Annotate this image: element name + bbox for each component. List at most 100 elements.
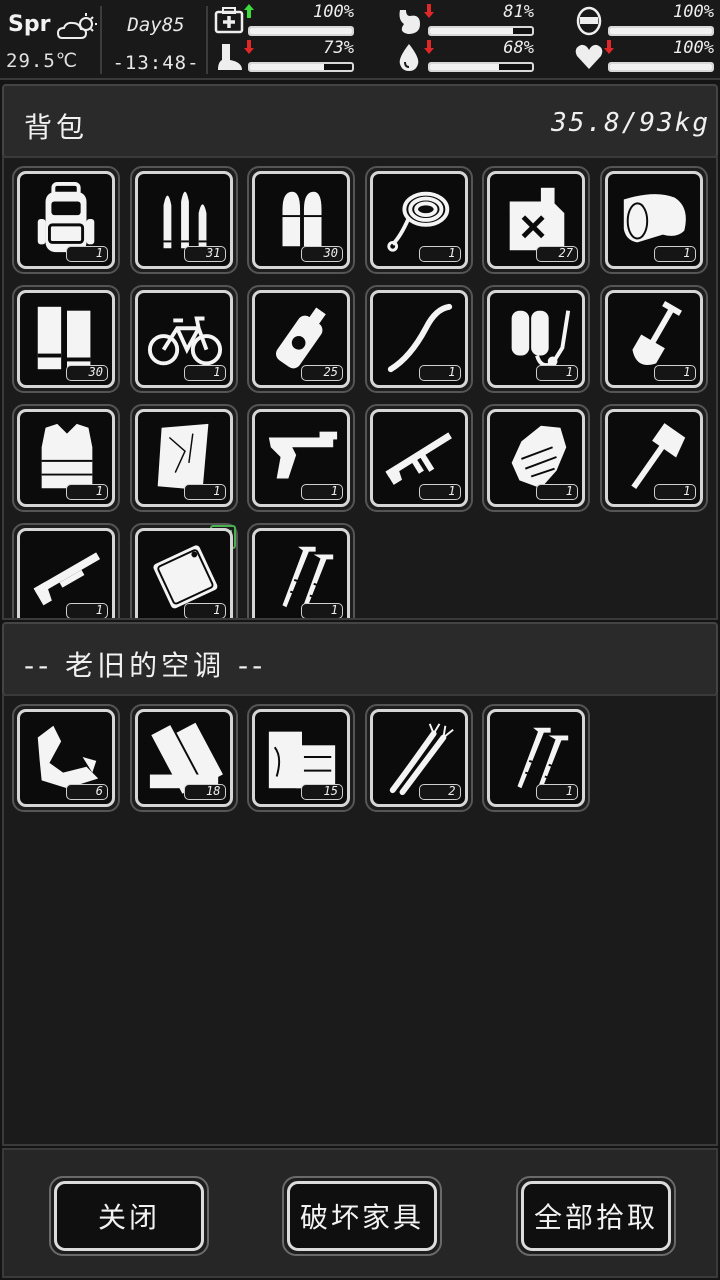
slot-frame: 25 bbox=[252, 290, 350, 388]
inventory-slot[interactable]: 1 bbox=[12, 166, 120, 274]
trend-up-icon bbox=[244, 4, 254, 18]
slot-frame: 1 bbox=[487, 409, 585, 507]
slot-frame: 1 bbox=[487, 709, 585, 807]
inventory-slot[interactable]: 1 bbox=[12, 404, 120, 512]
time-panel: Day85 -13:48- bbox=[106, 4, 206, 76]
inventory-slot[interactable]: 1 bbox=[129, 523, 238, 618]
inventory-slot[interactable]: 27 bbox=[482, 166, 590, 274]
temperature-label: 29.5℃ bbox=[6, 50, 79, 72]
backpack-grid[interactable]: 1 31 30 1 27 1 30 1 25 1 1 1 1 1 1 1 1 1 1 1 1 bbox=[2, 156, 718, 620]
inventory-slot[interactable]: 1 bbox=[364, 166, 473, 274]
inventory-slot[interactable]: 18 bbox=[129, 704, 238, 812]
inventory-slot[interactable]: 1 bbox=[599, 285, 708, 393]
inventory-slot[interactable]: 1 bbox=[129, 285, 238, 393]
inventory-slot[interactable]: 2 bbox=[364, 704, 473, 812]
item-count: 18 bbox=[183, 784, 226, 800]
inventory-slot[interactable]: 1 bbox=[247, 523, 355, 618]
clock-label: -13:48- bbox=[112, 52, 200, 74]
stat-bar-fill bbox=[430, 28, 513, 34]
inventory-slot[interactable]: 1 bbox=[364, 404, 473, 512]
slot-frame: 6 bbox=[17, 709, 115, 807]
item-count: 1 bbox=[653, 484, 696, 500]
stat-bar-fill bbox=[430, 64, 500, 70]
take-all-button[interactable]: 全部拾取 bbox=[516, 1176, 676, 1256]
container-title: -- 老旧的空调 -- bbox=[24, 649, 267, 682]
inventory-slot[interactable]: 30 bbox=[247, 166, 355, 274]
slot-frame: 1 bbox=[134, 409, 233, 507]
item-count: 1 bbox=[301, 484, 343, 500]
item-count: 1 bbox=[418, 365, 461, 381]
stat-value: 100% bbox=[673, 38, 714, 58]
season-label: Spr bbox=[8, 12, 51, 37]
backpack-title: 背包 bbox=[24, 111, 89, 144]
stat-vitality: 100% bbox=[574, 38, 718, 74]
slot-frame: 1 bbox=[252, 409, 350, 507]
inventory-slot[interactable]: 15 bbox=[247, 704, 355, 812]
divider bbox=[100, 6, 102, 74]
partly-cloudy-icon bbox=[56, 13, 97, 39]
slot-frame: 1 bbox=[604, 171, 703, 269]
inventory-slot[interactable]: 31 bbox=[129, 166, 238, 274]
inventory-slot[interactable]: 1 bbox=[364, 285, 473, 393]
slot-frame: 2 bbox=[369, 709, 468, 807]
inventory-slot[interactable]: 1 bbox=[482, 285, 590, 393]
slot-frame: 27 bbox=[487, 171, 585, 269]
inventory-slot[interactable]: 1 bbox=[482, 404, 590, 512]
take-all-button-label: 全部拾取 bbox=[521, 1181, 671, 1251]
face-icon bbox=[576, 6, 602, 36]
slot-frame: 30 bbox=[252, 171, 350, 269]
item-count: 6 bbox=[66, 784, 108, 800]
item-count: 1 bbox=[536, 365, 578, 381]
item-count: 1 bbox=[66, 246, 108, 262]
stat-value: 100% bbox=[673, 2, 714, 22]
inventory-slot[interactable]: 6 bbox=[12, 704, 120, 812]
inventory-slot[interactable]: 1 bbox=[599, 404, 708, 512]
stat-thirst: 68% bbox=[394, 38, 538, 74]
close-button-label: 关闭 bbox=[54, 1181, 204, 1251]
stat-bar bbox=[428, 62, 534, 72]
destroy-furniture-button-label: 破坏家具 bbox=[287, 1181, 437, 1251]
slot-frame: 1 bbox=[604, 409, 703, 507]
inventory-slot[interactable]: 1 bbox=[247, 404, 355, 512]
heart-icon bbox=[575, 44, 603, 69]
inventory-slot[interactable]: 1 bbox=[129, 404, 238, 512]
stat-bar-fill bbox=[250, 64, 325, 70]
slot-frame: 1 bbox=[369, 290, 468, 388]
slot-frame: 1 bbox=[134, 528, 233, 618]
inventory-slot[interactable]: 1 bbox=[482, 704, 590, 812]
backpack-weight: 35.8/93kg bbox=[551, 108, 710, 138]
item-count: 1 bbox=[301, 603, 343, 618]
slot-frame: 18 bbox=[134, 709, 233, 807]
item-count: 15 bbox=[301, 784, 343, 800]
stat-bar bbox=[608, 26, 714, 36]
stat-value: 73% bbox=[323, 38, 354, 58]
stat-value: 100% bbox=[313, 2, 354, 22]
trend-down-icon bbox=[604, 40, 614, 54]
item-count: 1 bbox=[653, 246, 696, 262]
divider bbox=[206, 6, 208, 74]
stat-bar bbox=[248, 62, 354, 72]
item-count: 27 bbox=[536, 246, 578, 262]
stat-bar-fill bbox=[250, 28, 352, 34]
weather-panel: Spr 29.5℃ bbox=[4, 4, 100, 76]
item-count: 31 bbox=[183, 246, 226, 262]
day-counter: Day85 bbox=[127, 14, 185, 36]
slot-frame: 1 bbox=[17, 171, 115, 269]
item-count: 1 bbox=[66, 603, 108, 618]
inventory-slot[interactable]: 1 bbox=[12, 523, 120, 618]
item-count: 30 bbox=[301, 246, 343, 262]
trend-down-icon bbox=[424, 40, 434, 54]
stomach-icon bbox=[399, 10, 420, 34]
inventory-slot[interactable]: 1 bbox=[599, 166, 708, 274]
foot-icon bbox=[218, 44, 242, 70]
item-count: 1 bbox=[183, 603, 226, 618]
slot-frame: 1 bbox=[369, 171, 468, 269]
container-grid[interactable]: 6 18 15 2 1 bbox=[2, 694, 718, 1146]
backpack-header: 背包 35.8/93kg bbox=[2, 84, 718, 158]
close-button[interactable]: 关闭 bbox=[49, 1176, 209, 1256]
inventory-slot[interactable]: 25 bbox=[247, 285, 355, 393]
inventory-slot[interactable]: 30 bbox=[12, 285, 120, 393]
stat-bar bbox=[248, 26, 354, 36]
stat-value: 68% bbox=[503, 38, 534, 58]
destroy-furniture-button[interactable]: 破坏家具 bbox=[282, 1176, 442, 1256]
